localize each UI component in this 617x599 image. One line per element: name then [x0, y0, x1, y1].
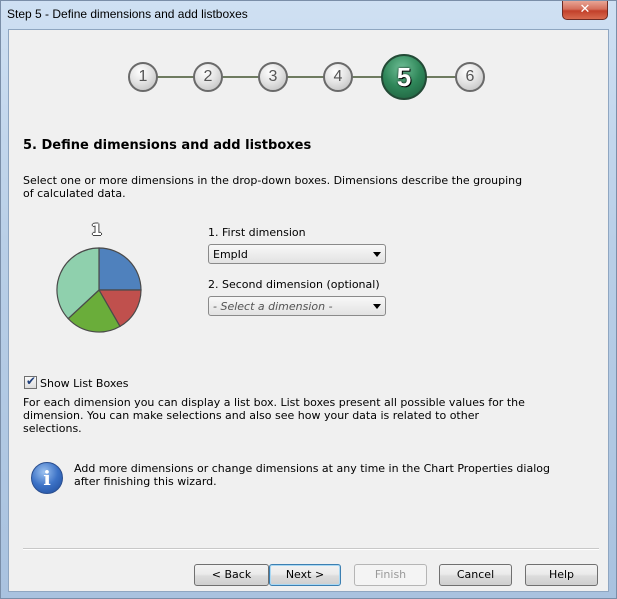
next-button[interactable]: Next > — [269, 564, 341, 586]
wizard-content: 1 2 3 4 5 6 5. Define dimensions and add… — [8, 29, 609, 592]
second-dimension-placeholder: - Select a dimension - — [213, 300, 333, 313]
second-dimension-label: 2. Second dimension (optional) — [208, 278, 380, 291]
second-dimension-dropdown[interactable]: - Select a dimension - — [208, 296, 386, 316]
info-icon: i — [31, 462, 63, 494]
first-dimension-label: 1. First dimension — [208, 226, 306, 239]
step-4: 4 — [323, 62, 353, 92]
wizard-window: Step 5 - Define dimensions and add listb… — [0, 0, 617, 599]
button-separator — [23, 548, 599, 550]
step-1: 1 — [128, 62, 158, 92]
first-dimension-dropdown[interactable]: EmpId — [208, 244, 386, 264]
page-description: Select one or more dimensions in the dro… — [23, 174, 523, 200]
step-3: 3 — [258, 62, 288, 92]
chevron-down-icon — [373, 304, 381, 309]
step-indicator: 1 2 3 4 5 6 — [9, 30, 609, 130]
close-icon: ✕ — [579, 2, 591, 17]
step-6: 6 — [455, 62, 485, 92]
list-boxes-description: For each dimension you can display a lis… — [23, 396, 525, 435]
show-list-boxes-label[interactable]: Show List Boxes — [40, 377, 129, 390]
page-title: 5. Define dimensions and add listboxes — [23, 138, 312, 153]
close-button[interactable]: ✕ — [562, 1, 608, 20]
checkmark-icon: ✔ — [26, 374, 37, 388]
info-message: Add more dimensions or change dimensions… — [74, 462, 550, 488]
chevron-down-icon — [373, 252, 381, 257]
show-list-boxes-checkbox[interactable]: ✔ — [24, 374, 37, 389]
step-5-current: 5 — [381, 54, 427, 100]
finish-button[interactable]: Finish — [354, 564, 427, 586]
cancel-button[interactable]: Cancel — [439, 564, 512, 586]
first-dimension-value: EmpId — [213, 248, 248, 261]
dimension-pie-illustration — [56, 247, 142, 333]
title-bar: Step 5 - Define dimensions and add listb… — [1, 1, 616, 29]
pie-slice-blue — [98, 247, 142, 291]
pie-number-label: 1 — [91, 220, 103, 239]
window-title: Step 5 - Define dimensions and add listb… — [7, 7, 248, 21]
back-button[interactable]: < Back — [194, 564, 269, 586]
step-2: 2 — [193, 62, 223, 92]
help-button[interactable]: Help — [525, 564, 598, 586]
